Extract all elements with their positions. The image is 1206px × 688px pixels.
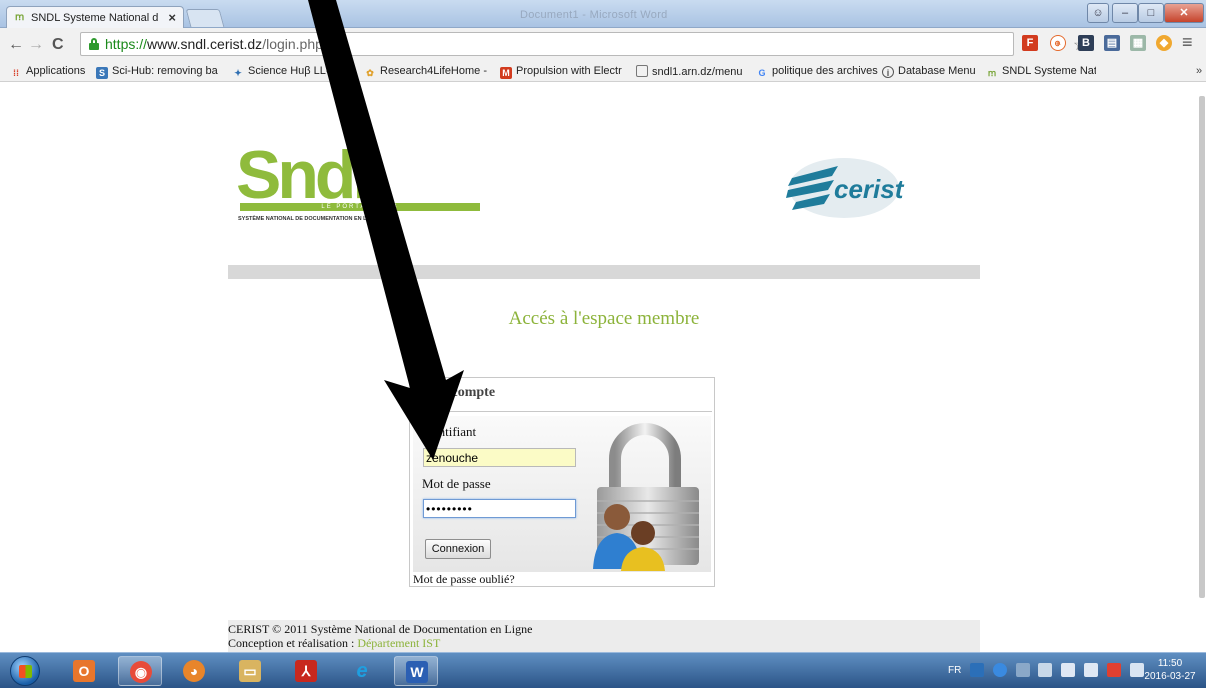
notes-extension-icon[interactable]: ▤ bbox=[1104, 35, 1120, 51]
help-icon[interactable] bbox=[992, 663, 1007, 677]
taskbar-acrobat[interactable]: ⅄ bbox=[284, 656, 328, 686]
bookmarks-overflow-icon[interactable]: » bbox=[1196, 65, 1202, 77]
bookmark-item[interactable]: i Database Menu bbox=[882, 65, 982, 78]
feedly-extension-icon[interactable]: ◆ bbox=[1156, 35, 1172, 51]
windows-logo-icon bbox=[19, 665, 32, 678]
sciencehub-icon: ✦ bbox=[234, 68, 242, 78]
padlock-users-icon bbox=[593, 423, 699, 571]
page-scrollbar[interactable] bbox=[1199, 96, 1205, 598]
tray-app-icon[interactable] bbox=[1015, 663, 1030, 677]
clock-date: 2016-03-27 bbox=[1144, 671, 1196, 682]
acrobat-icon: ⅄ bbox=[295, 660, 317, 682]
taskbar-outlook[interactable]: O bbox=[62, 656, 106, 686]
sndl-logo-word: Sndl bbox=[236, 137, 371, 213]
browser-titlebar: ꭑ SNDL Systeme National d × Document1 - … bbox=[0, 0, 1206, 29]
start-button[interactable] bbox=[10, 656, 40, 686]
taskbar-clock[interactable]: 11:50 2016-03-27 bbox=[1140, 657, 1200, 683]
lock-icon bbox=[89, 38, 99, 50]
taskbar-firefox[interactable]: ◕ bbox=[172, 656, 216, 686]
database-icon: i bbox=[882, 66, 894, 78]
cerist-logo: cerist bbox=[786, 156, 956, 220]
taskbar-internet-explorer[interactable]: e bbox=[340, 656, 384, 686]
back-arrow-icon[interactable]: ← bbox=[8, 37, 24, 53]
firefox-icon: ◕ bbox=[183, 660, 205, 682]
footer-credits: Conception et réalisation : Département … bbox=[228, 636, 441, 650]
bookmark-item[interactable]: ✦ Science Huβ LLC, L bbox=[232, 65, 350, 79]
sndl-logo-banner: LE PORTAIL WEB bbox=[240, 203, 480, 211]
clock-time: 11:50 bbox=[1157, 658, 1183, 669]
language-indicator[interactable]: FR bbox=[948, 665, 961, 676]
bookmark-item[interactable]: ✿ Research4LifeHome - bbox=[364, 65, 490, 79]
outlook-icon: O bbox=[73, 660, 95, 682]
mendeley-extension-icon[interactable]: B bbox=[1078, 35, 1094, 51]
action-center-icon[interactable] bbox=[1084, 663, 1099, 677]
flipboard-extension-icon[interactable]: F bbox=[1022, 35, 1038, 51]
google-icon: G bbox=[758, 68, 766, 78]
new-tab-button[interactable] bbox=[185, 9, 225, 27]
windows-taskbar: O ◉ ◕ ▭ ⅄ e W FR 11:50 2016-03-27 bbox=[0, 652, 1206, 688]
chrome-icon: ◉ bbox=[130, 661, 152, 683]
tab-close-icon[interactable]: × bbox=[168, 10, 176, 25]
background-window-title: Document1 - Microsoft Word bbox=[520, 9, 668, 21]
swirl-extension-icon[interactable]: ဇ bbox=[1050, 35, 1066, 51]
sndl-favicon-icon: ꭑ bbox=[15, 12, 25, 23]
sndl-logo: Sndl LE PORTAIL WEB SYSTÈME NATIONAL DE … bbox=[236, 140, 506, 240]
internet-explorer-icon: e bbox=[356, 660, 368, 682]
chrome-menu-icon[interactable]: ≡ bbox=[1182, 33, 1193, 51]
bookmark-item[interactable]: ⁞⁞ Applications bbox=[10, 65, 85, 79]
header-divider-band bbox=[228, 265, 980, 279]
taskbar-word[interactable]: W bbox=[394, 656, 438, 686]
taskbar-chrome[interactable]: ◉ bbox=[118, 656, 162, 686]
maximize-button[interactable]: □ bbox=[1138, 3, 1164, 23]
word-icon: W bbox=[406, 661, 428, 683]
bookmark-item[interactable]: sndl1.arn.dz/menu bbox=[636, 65, 750, 78]
user-profile-icon[interactable]: ☺ bbox=[1087, 3, 1109, 23]
scihub-icon: S bbox=[96, 67, 108, 79]
password-field[interactable] bbox=[423, 499, 576, 518]
bookmark-item[interactable]: M Propulsion with Electr bbox=[500, 65, 628, 79]
login-button[interactable]: Connexion bbox=[425, 539, 491, 559]
footer-copyright: CERIST © 2011 Système National de Docume… bbox=[228, 622, 533, 636]
folder-icon: ▭ bbox=[239, 660, 261, 682]
sndl-logo-subtitle: SYSTÈME NATIONAL DE DOCUMENTATION EN LIG… bbox=[238, 216, 380, 222]
bookmark-item[interactable]: S Sci-Hub: removing ba bbox=[96, 65, 224, 79]
apps-grid-icon: ⁞⁞ bbox=[13, 68, 19, 78]
login-form: Identifiant Mot de passe Connexion bbox=[413, 416, 711, 572]
login-panel: Mon compte Identifiant Mot de passe Conn… bbox=[409, 377, 715, 587]
windows-flag-tray-icon[interactable] bbox=[1061, 663, 1076, 677]
taskbar-explorer[interactable]: ▭ bbox=[228, 656, 272, 686]
reload-icon[interactable]: C bbox=[52, 37, 64, 53]
tab-title: SNDL Systeme National d bbox=[31, 12, 159, 24]
bookmark-item[interactable]: Gpolitique des archives bbox=[756, 65, 878, 79]
network-monitor-icon[interactable] bbox=[970, 663, 985, 677]
username-label: Identifiant bbox=[422, 424, 477, 439]
research4life-icon: ✿ bbox=[366, 68, 374, 78]
close-window-button[interactable]: ✕ bbox=[1164, 3, 1204, 23]
username-field[interactable] bbox=[423, 448, 576, 467]
url-input[interactable]: https://www.sndl.cerist.dz/login.php ☆ bbox=[80, 32, 1087, 56]
volume-muted-icon[interactable] bbox=[1106, 663, 1121, 677]
cerist-logo-word: cerist bbox=[834, 174, 904, 204]
bookmarks-bar: ⁞⁞ Applications S Sci-Hub: removing ba ✦ Sc… bbox=[0, 62, 1206, 82]
url-text: https://www.sndl.cerist.dz/login.php bbox=[105, 36, 323, 52]
gmail-icon: M bbox=[500, 67, 512, 79]
forward-arrow-icon[interactable]: → bbox=[28, 37, 44, 53]
login-divider bbox=[414, 411, 712, 412]
page-title: Accés à l'espace membre bbox=[508, 308, 700, 329]
login-panel-title: Mon compte bbox=[420, 385, 496, 400]
page-icon bbox=[636, 65, 648, 77]
page-footer: CERIST © 2011 Système National de Docume… bbox=[228, 620, 980, 652]
bookmark-item[interactable]: ꭑSNDL Systeme Nation bbox=[986, 65, 1096, 79]
footer-department-link[interactable]: Département IST bbox=[357, 636, 440, 650]
browser-tab-active[interactable]: ꭑ SNDL Systeme National d × bbox=[6, 6, 184, 29]
sndl-icon: ꭑ bbox=[987, 68, 997, 78]
minimize-button[interactable]: – bbox=[1112, 3, 1138, 23]
system-tray: FR bbox=[948, 663, 1150, 677]
forgot-password-link[interactable]: Mot de passe oublié? bbox=[413, 572, 515, 587]
password-label: Mot de passe bbox=[422, 476, 491, 491]
show-hidden-icons[interactable] bbox=[1038, 663, 1053, 677]
screenshot-extension-icon[interactable]: ▦ bbox=[1130, 35, 1146, 51]
